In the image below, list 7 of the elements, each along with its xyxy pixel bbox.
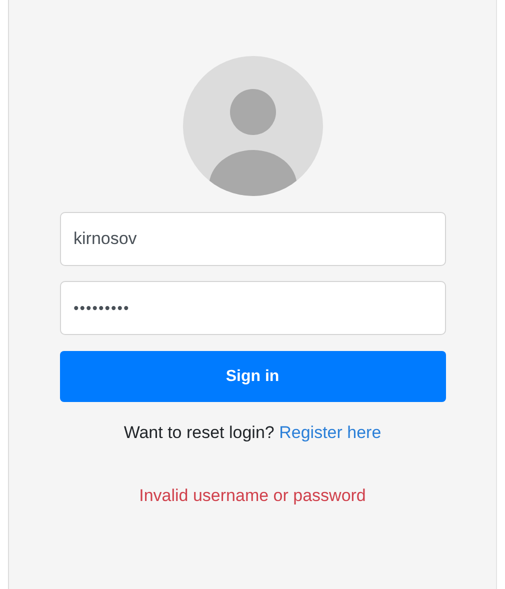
avatar-icon: [182, 56, 322, 196]
password-field[interactable]: •••••••••: [60, 281, 446, 335]
reset-prompt-text: Want to reset login? Register here: [124, 423, 382, 443]
register-link[interactable]: Register here: [279, 423, 382, 442]
sign-in-button[interactable]: Sign in: [60, 351, 446, 402]
error-message: Invalid username or password: [139, 486, 366, 506]
username-field[interactable]: kirnosov: [60, 212, 446, 266]
